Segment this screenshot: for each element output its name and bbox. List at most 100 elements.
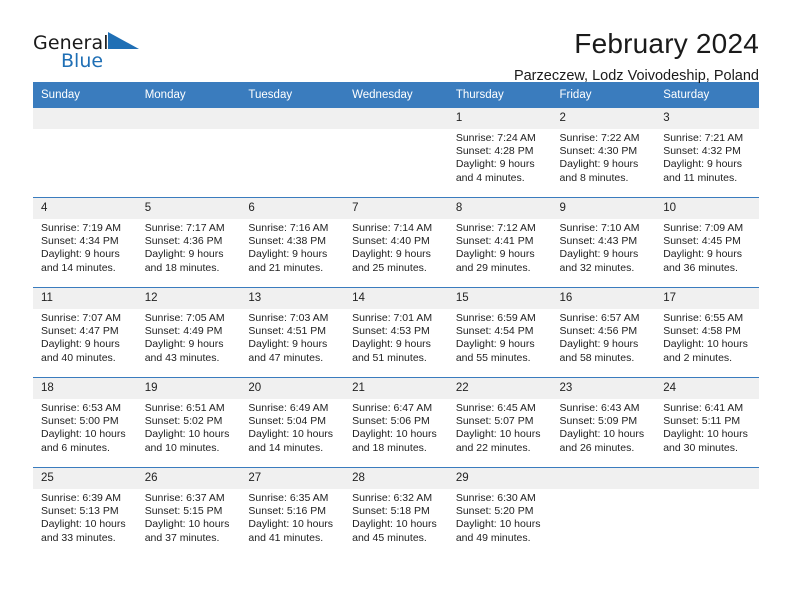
day-number: 12 xyxy=(136,288,241,309)
sunset-time: Sunset: 4:36 PM xyxy=(144,235,223,248)
day-number xyxy=(551,468,656,489)
daylight-duration-line2: and 32 minutes. xyxy=(559,261,635,274)
calendar-day-cell[interactable]: 12 Sunrise: 7:05 AM Sunset: 4:49 PM Dayligh… xyxy=(136,287,241,378)
day-number: 19 xyxy=(136,378,241,399)
daylight-duration-line2: and 40 minutes. xyxy=(41,351,116,364)
daylight-duration-line2: and 33 minutes. xyxy=(41,531,116,544)
daylight-duration-line2: and 18 minutes. xyxy=(144,261,220,274)
calendar-day-cell[interactable]: 16 Sunrise: 6:57 AM Sunset: 4:56 PM Dayligh… xyxy=(551,287,656,378)
sunset-time: Sunset: 4:58 PM xyxy=(663,325,741,338)
daylight-duration-line1: Daylight: 9 hours xyxy=(41,338,120,351)
sunrise-time: Sunrise: 7:01 AM xyxy=(352,312,433,324)
calendar-day-cell[interactable]: 7 Sunrise: 7:14 AM Sunset: 4:40 PM Daylight… xyxy=(344,197,448,288)
day-number: 26 xyxy=(136,468,241,489)
daylight-duration-line1: Daylight: 9 hours xyxy=(248,338,328,351)
calendar-day-cell[interactable]: 11 Sunrise: 7:07 AM Sunset: 4:47 PM Dayligh… xyxy=(33,287,137,378)
calendar-day-cell[interactable]: 5 Sunrise: 7:17 AM Sunset: 4:36 PM Daylight… xyxy=(136,197,241,288)
calendar-day-cell[interactable]: 10 Sunrise: 7:09 AM Sunset: 4:45 PM Dayligh… xyxy=(655,197,759,288)
daylight-duration-line1: Daylight: 10 hours xyxy=(248,428,334,441)
sunset-time: Sunset: 4:30 PM xyxy=(559,145,638,158)
daylight-duration-line2: and 41 minutes. xyxy=(248,531,324,544)
daylight-duration-line1: Daylight: 9 hours xyxy=(352,338,431,351)
sunrise-time: Sunrise: 6:45 AM xyxy=(455,402,536,414)
sunrise-time: Sunrise: 6:55 AM xyxy=(663,312,744,324)
day-number: 24 xyxy=(655,378,759,399)
title-block: February 2024 Parzeczew, Lodz Voivodeshi… xyxy=(153,28,759,87)
sunset-time: Sunset: 5:20 PM xyxy=(455,505,534,518)
calendar-day-cell[interactable]: 23 Sunrise: 6:43 AM Sunset: 5:09 PM Dayligh… xyxy=(551,377,656,468)
calendar-day-cell[interactable]: 8 Sunrise: 7:12 AM Sunset: 4:41 PM Daylight… xyxy=(447,197,552,288)
calendar-day-cell[interactable]: 6 Sunrise: 7:16 AM Sunset: 4:38 PM Daylight… xyxy=(240,197,345,288)
day-number: 13 xyxy=(240,288,345,309)
calendar-day-cell[interactable]: 29 Sunrise: 6:30 AM Sunset: 5:20 PM Dayligh… xyxy=(447,467,552,557)
daylight-duration-line2: and 11 minutes. xyxy=(663,171,738,184)
day-number xyxy=(655,468,759,489)
calendar-day-cell[interactable]: 25 Sunrise: 6:39 AM Sunset: 5:13 PM Dayligh… xyxy=(33,467,137,557)
sunrise-time: Sunrise: 7:10 AM xyxy=(559,222,640,234)
daylight-duration-line2: and 8 minutes. xyxy=(559,171,629,184)
calendar-day-cell[interactable]: 24 Sunrise: 6:41 AM Sunset: 5:11 PM Dayligh… xyxy=(655,377,759,468)
calendar-day-cell[interactable]: 22 Sunrise: 6:45 AM Sunset: 5:07 PM Dayligh… xyxy=(447,377,552,468)
sunrise-time: Sunrise: 7:07 AM xyxy=(41,312,121,324)
calendar-day-cell[interactable]: 21 Sunrise: 6:47 AM Sunset: 5:06 PM Dayligh… xyxy=(344,377,448,468)
sunrise-time: Sunrise: 6:47 AM xyxy=(352,402,433,414)
day-details: Sunrise: 7:03 AM Sunset: 4:51 PM Daylight:… xyxy=(240,309,344,365)
sunset-time: Sunset: 5:00 PM xyxy=(41,415,119,428)
calendar-day-cell-empty xyxy=(136,108,241,198)
sunset-time: Sunset: 5:11 PM xyxy=(663,415,741,428)
day-details: Sunrise: 7:01 AM Sunset: 4:53 PM Daylight:… xyxy=(344,309,448,365)
daylight-duration-line2: and 43 minutes. xyxy=(144,351,220,364)
calendar-day-cell[interactable]: 28 Sunrise: 6:32 AM Sunset: 5:18 PM Dayligh… xyxy=(344,467,448,557)
sunrise-time: Sunrise: 6:30 AM xyxy=(455,492,536,504)
sunrise-time: Sunrise: 6:49 AM xyxy=(248,402,329,414)
sunrise-sunset-calendar: Sunday Monday Tuesday Wednesday Thursday… xyxy=(33,82,759,557)
sunrise-time: Sunrise: 7:24 AM xyxy=(455,132,536,144)
calendar-day-cell[interactable]: 2 Sunrise: 7:22 AM Sunset: 4:30 PM Daylight… xyxy=(551,108,656,198)
calendar-day-cell[interactable]: 15 Sunrise: 6:59 AM Sunset: 4:54 PM Dayligh… xyxy=(447,287,552,378)
calendar-day-cell[interactable]: 4 Sunrise: 7:19 AM Sunset: 4:34 PM Daylight… xyxy=(33,197,137,288)
day-number xyxy=(33,108,137,129)
calendar-day-cell[interactable]: 9 Sunrise: 7:10 AM Sunset: 4:43 PM Daylight… xyxy=(551,197,656,288)
day-details: Sunrise: 7:22 AM Sunset: 4:30 PM Daylight:… xyxy=(552,129,656,185)
calendar-day-cell-empty xyxy=(655,467,759,557)
calendar-day-cell[interactable]: 3 Sunrise: 7:21 AM Sunset: 4:32 PM Daylight… xyxy=(655,108,759,198)
general-blue-logo[interactable]: General Blue xyxy=(33,28,153,76)
sunset-time: Sunset: 4:41 PM xyxy=(455,235,534,248)
daylight-duration-line1: Daylight: 9 hours xyxy=(455,158,535,171)
calendar-day-cell[interactable]: 18 Sunrise: 6:53 AM Sunset: 5:00 PM Dayligh… xyxy=(33,377,137,468)
day-number xyxy=(136,108,241,129)
day-number: 4 xyxy=(33,198,137,219)
day-details: Sunrise: 6:51 AM Sunset: 5:02 PM Daylight:… xyxy=(137,399,241,455)
sunrise-time: Sunrise: 7:16 AM xyxy=(248,222,329,234)
day-number: 3 xyxy=(655,108,759,129)
sunset-time: Sunset: 4:49 PM xyxy=(144,325,223,338)
calendar-day-cell[interactable]: 13 Sunrise: 7:03 AM Sunset: 4:51 PM Dayligh… xyxy=(240,287,345,378)
daylight-duration-line2: and 25 minutes. xyxy=(352,261,427,274)
calendar-day-cell[interactable]: 26 Sunrise: 6:37 AM Sunset: 5:15 PM Dayligh… xyxy=(136,467,241,557)
calendar-day-cell[interactable]: 20 Sunrise: 6:49 AM Sunset: 5:04 PM Dayligh… xyxy=(240,377,345,468)
daylight-duration-line1: Daylight: 10 hours xyxy=(352,518,437,531)
calendar-day-cell[interactable]: 17 Sunrise: 6:55 AM Sunset: 4:58 PM Dayligh… xyxy=(655,287,759,378)
day-details: Sunrise: 6:55 AM Sunset: 4:58 PM Daylight:… xyxy=(655,309,759,365)
daylight-duration-line1: Daylight: 10 hours xyxy=(144,428,230,441)
calendar-day-cell[interactable]: 27 Sunrise: 6:35 AM Sunset: 5:16 PM Dayligh… xyxy=(240,467,345,557)
sunset-time: Sunset: 5:13 PM xyxy=(41,505,119,518)
day-details: Sunrise: 7:14 AM Sunset: 4:40 PM Daylight:… xyxy=(344,219,448,275)
daylight-duration-line1: Daylight: 9 hours xyxy=(559,248,639,261)
calendar-day-cell[interactable]: 19 Sunrise: 6:51 AM Sunset: 5:02 PM Dayligh… xyxy=(136,377,241,468)
calendar-day-cell[interactable]: 1 Sunrise: 7:24 AM Sunset: 4:28 PM Daylight… xyxy=(447,108,552,198)
blue-triangle-flag-icon xyxy=(108,32,139,49)
sunrise-time: Sunrise: 6:32 AM xyxy=(352,492,433,504)
page-header: General Blue February 2024 Parzeczew, Lo… xyxy=(33,0,759,84)
sunrise-time: Sunrise: 7:09 AM xyxy=(663,222,744,234)
day-number xyxy=(344,108,448,129)
daylight-duration-line1: Daylight: 10 hours xyxy=(352,428,437,441)
sunset-time: Sunset: 4:34 PM xyxy=(41,235,119,248)
calendar-day-cell[interactable]: 14 Sunrise: 7:01 AM Sunset: 4:53 PM Dayligh… xyxy=(344,287,448,378)
sunset-time: Sunset: 4:43 PM xyxy=(559,235,638,248)
daylight-duration-line2: and 22 minutes. xyxy=(455,441,531,454)
sunset-time: Sunset: 5:04 PM xyxy=(248,415,327,428)
sunrise-time: Sunrise: 7:22 AM xyxy=(559,132,640,144)
day-details: Sunrise: 6:37 AM Sunset: 5:15 PM Daylight:… xyxy=(137,489,241,545)
daylight-duration-line1: Daylight: 9 hours xyxy=(248,248,328,261)
